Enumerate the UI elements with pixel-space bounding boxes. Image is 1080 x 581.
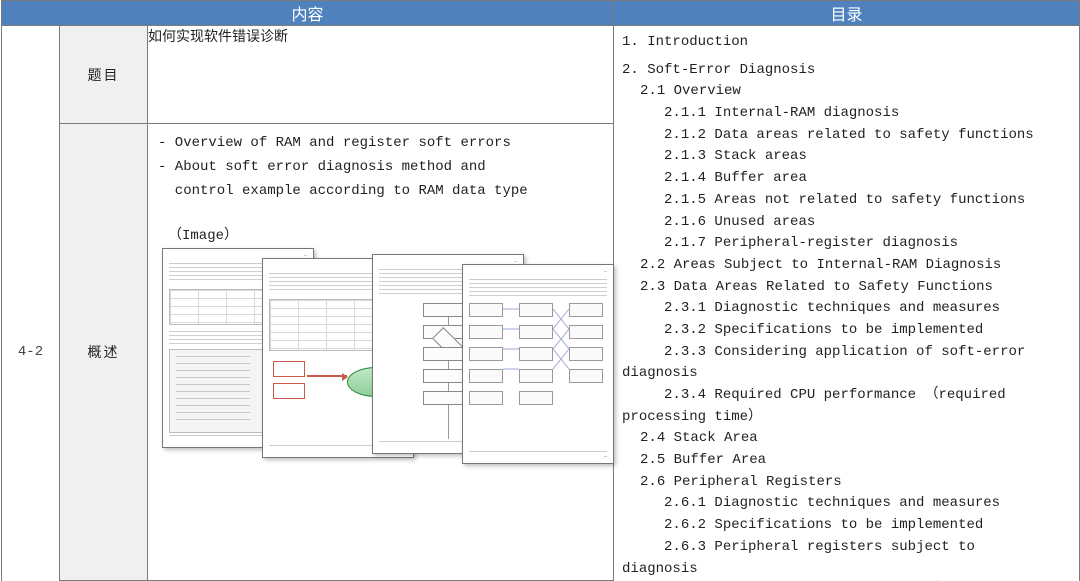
toc-item: 2.1.6 Unused areas: [664, 212, 1069, 234]
toc-item: 2.1.1 Internal-RAM diagnosis: [664, 103, 1069, 125]
toc-item: 2.6.2 Specifications to be implemented: [664, 515, 1069, 537]
toc-item: diagnosis: [622, 363, 1069, 385]
header-toc: 目录: [614, 1, 1080, 26]
toc-item: 2.1.3 Stack areas: [664, 146, 1069, 168]
toc-item: 2. Soft-Error Diagnosis: [622, 60, 1069, 82]
section-index: 4-2: [2, 26, 60, 581]
image-caption: （Image）: [148, 206, 613, 248]
toc-item: 2.1.4 Buffer area: [664, 168, 1069, 190]
toc-item: 2.3.2 Specifications to be implemented: [664, 320, 1069, 342]
label-title: 题目: [60, 26, 148, 124]
toc-item: 2.3 Data Areas Related to Safety Functio…: [640, 277, 1069, 299]
toc-item: 2.2 Areas Subject to Internal-RAM Diagno…: [640, 255, 1069, 277]
toc-item: 2.3.4 Required CPU performance （required: [664, 385, 1069, 407]
page-thumbnail: —: [462, 264, 614, 464]
toc-item: 2.6.3 Peripheral registers subject to: [664, 537, 1069, 559]
toc-item: diagnosis: [622, 559, 1069, 581]
toc-item: 2.3.3 Considering application of soft-er…: [664, 342, 1069, 364]
thumbnail-strip: — — —: [162, 248, 613, 483]
label-overview: 概述: [60, 124, 148, 581]
toc-item: 2.1 Overview: [640, 81, 1069, 103]
toc-item: 2.5 Buffer Area: [640, 450, 1069, 472]
toc-cell: 1. Introduction 2. Soft-Error Diagnosis …: [614, 26, 1080, 581]
toc-item: 2.1.7 Peripheral-register diagnosis: [664, 233, 1069, 255]
toc-item: 2.4 Stack Area: [640, 428, 1069, 450]
toc-item: 2.6 Peripheral Registers: [640, 472, 1069, 494]
thumb-footer-icon: —: [469, 451, 607, 460]
header-content: 内容: [2, 1, 614, 26]
toc-item: 2.1.2 Data areas related to safety funct…: [664, 125, 1069, 147]
toc-item: 1. Introduction: [622, 32, 1069, 54]
overview-cell: - Overview of RAM and register soft erro…: [148, 124, 614, 581]
title-text: 如何实现软件错误诊断: [148, 30, 288, 46]
toc-item: 2.1.5 Areas not related to safety functi…: [664, 190, 1069, 212]
toc-item: 2.6.1 Diagnostic techniques and measures: [664, 493, 1069, 515]
toc-item: processing time）: [622, 407, 1069, 429]
thumb-header-icon: —: [469, 269, 607, 280]
document-table: 内容 目录 4-2 题目 如何实现软件错误诊断 1. Introduction …: [1, 0, 1080, 581]
overview-text: - Overview of RAM and register soft erro…: [148, 124, 613, 205]
toc-item: 2.3.1 Diagnostic techniques and measures: [664, 298, 1069, 320]
toc-list: 1. Introduction 2. Soft-Error Diagnosis …: [614, 26, 1079, 581]
title-cell: 如何实现软件错误诊断: [148, 26, 614, 124]
connector-lines-icon: [469, 303, 607, 449]
